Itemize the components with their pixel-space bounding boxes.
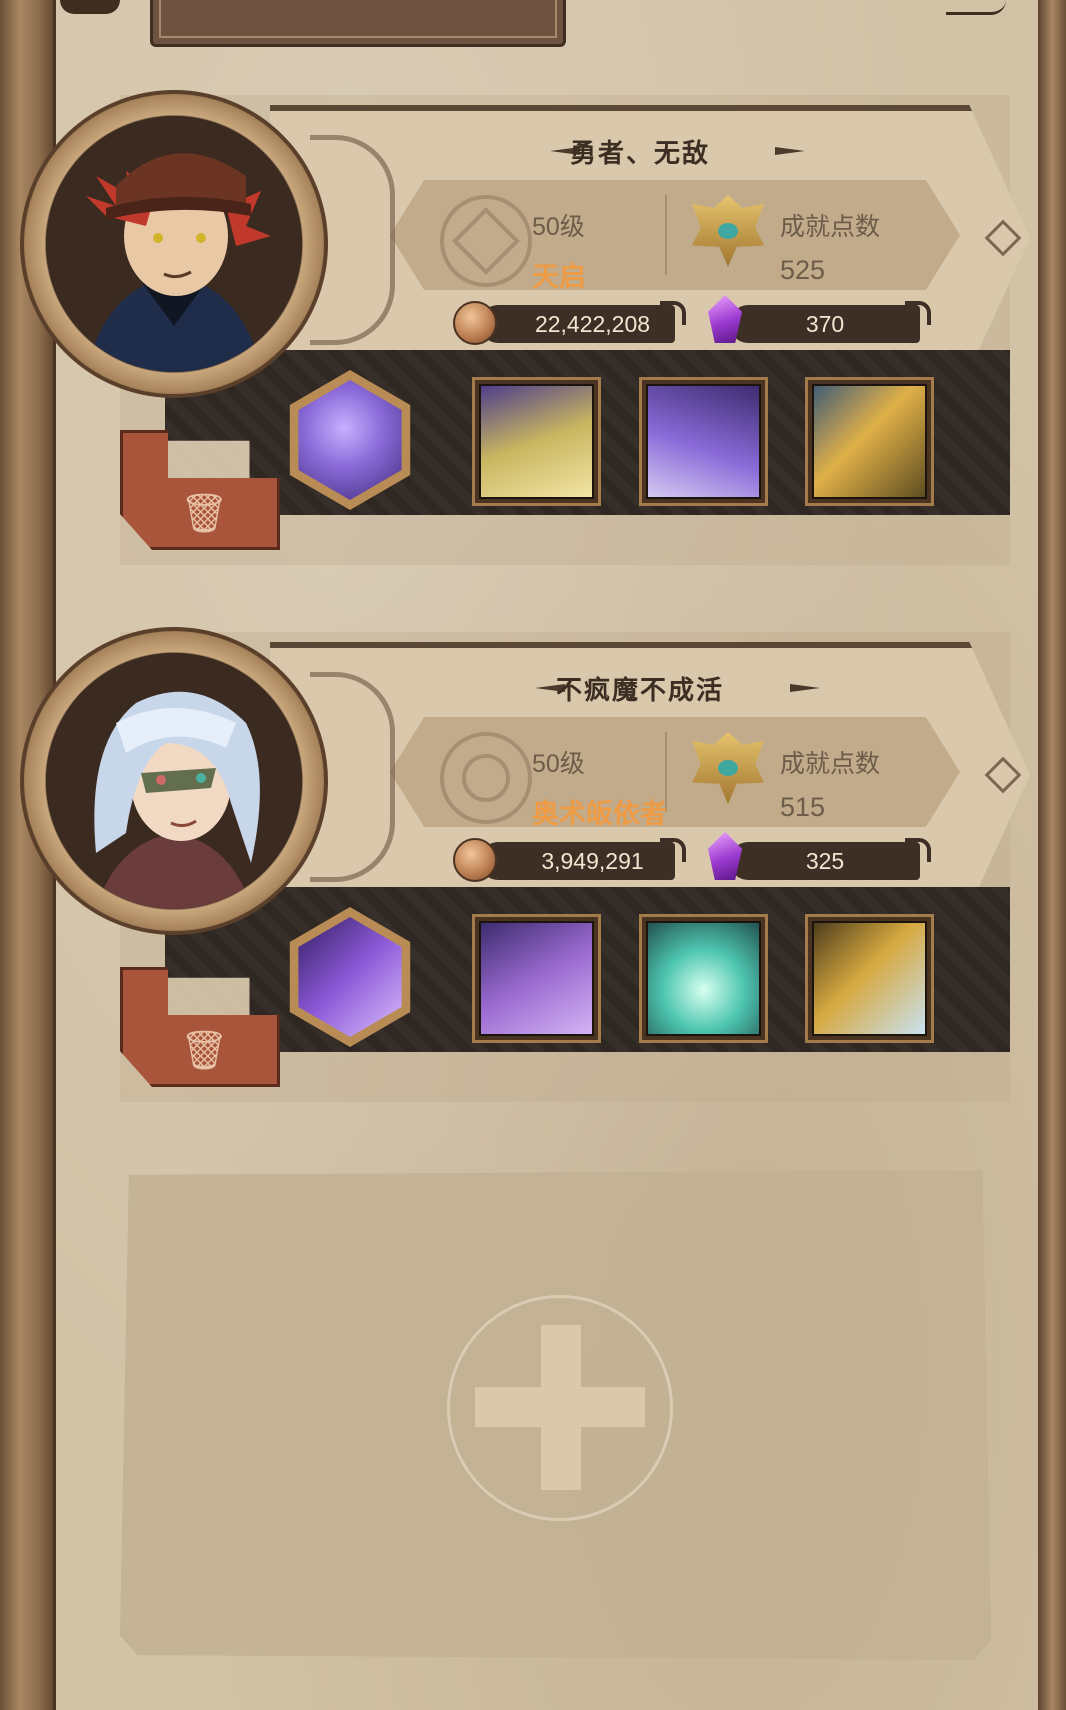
character-card[interactable]: 勇者、无敌 50级 天启 成就点数 525 22,422,208 370 🗑 <box>20 90 1030 565</box>
trash-icon: 🗑 <box>180 493 229 535</box>
gold-amount: 3,949,291 <box>480 842 675 880</box>
achievement-points: 525 <box>780 255 826 285</box>
vine-ornament <box>310 135 395 345</box>
plus-icon <box>475 1387 645 1427</box>
purple-shadow-skill-icon <box>298 380 402 500</box>
character-card[interactable]: 不疯魔不成活 50级 奥术皈依者 成就点数 515 3,949,291 325 <box>20 627 1030 1102</box>
vine-ornament <box>310 672 395 882</box>
golden-burst-skill-icon[interactable] <box>808 380 931 503</box>
character-name: 不疯魔不成活 <box>555 675 724 705</box>
character-portrait[interactable] <box>20 90 328 398</box>
header-ornament-right <box>946 0 1006 15</box>
level-label: 50级 <box>532 213 585 241</box>
golden-knight-skill-icon[interactable] <box>475 380 598 503</box>
gold-coin-icon <box>453 838 497 882</box>
gem-amount: 325 <box>730 842 920 880</box>
gem-amount: 370 <box>730 305 920 343</box>
achievement-label: 成就点数 <box>780 750 881 778</box>
delete-character-button[interactable]: 🗑 <box>120 967 280 1087</box>
red-haired-man-portrait <box>46 116 302 372</box>
header-ornament-left <box>60 0 120 14</box>
frost-crystal-skill-icon[interactable] <box>642 917 765 1040</box>
arcane-slash-skill-icon[interactable] <box>475 917 598 1040</box>
golden-shield-skill-icon[interactable] <box>808 917 931 1040</box>
gold-coin-icon <box>453 301 497 345</box>
right-frame-border <box>1038 0 1066 1710</box>
silver-haired-woman-portrait <box>46 653 302 909</box>
class-emblem-icon <box>440 732 532 824</box>
gold-amount: 22,422,208 <box>480 305 675 343</box>
class-name: 天启 <box>532 262 586 292</box>
purple-clone-skill-icon[interactable] <box>642 380 765 503</box>
trash-icon: 🗑 <box>180 1030 229 1072</box>
class-emblem-icon <box>440 195 532 287</box>
achievement-label: 成就点数 <box>780 213 881 241</box>
character-name: 勇者、无敌 <box>569 138 710 168</box>
class-name: 奥术皈依者 <box>532 799 667 829</box>
level-label: 50级 <box>532 750 585 778</box>
header-tab <box>150 0 566 47</box>
delete-character-button[interactable]: 🗑 <box>120 430 280 550</box>
character-portrait[interactable] <box>20 627 328 935</box>
violet-shard-skill-icon <box>298 917 402 1037</box>
achievement-points: 515 <box>780 792 826 822</box>
